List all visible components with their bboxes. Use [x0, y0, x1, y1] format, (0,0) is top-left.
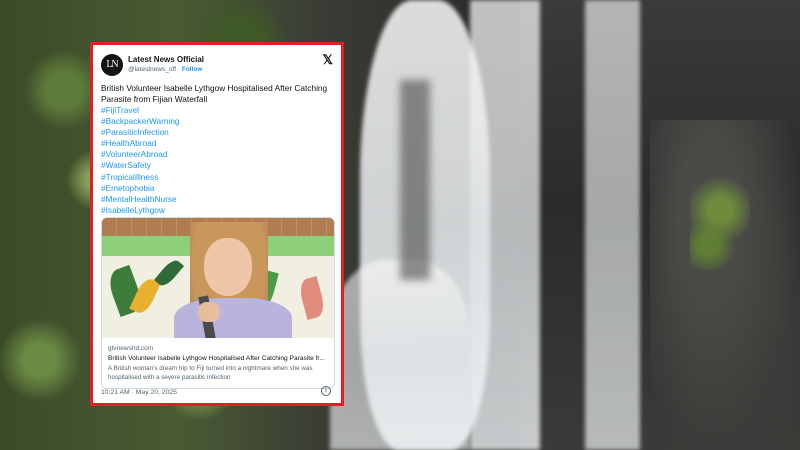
hashtag-link[interactable]: #MentalHealthNurse	[101, 194, 180, 205]
background-moss	[690, 150, 750, 270]
link-description: A British woman's dream trip to Fiji tur…	[108, 365, 313, 381]
hashtag-link[interactable]: #WaterSafety	[101, 160, 180, 171]
photo-person-face	[204, 238, 252, 296]
embedded-post-card: LN Latest News Official @latestnews_off …	[97, 49, 337, 399]
link-title[interactable]: British Volunteer Isabelle Lythgow Hospi…	[108, 355, 330, 362]
x-logo-icon[interactable]: 𝕏	[323, 52, 333, 68]
hashtag-link[interactable]: #HealthAbroad	[101, 138, 180, 149]
hashtag-link[interactable]: #BackpackerWarning	[101, 116, 180, 127]
account-name[interactable]: Latest News Official	[128, 55, 204, 64]
waterfall-shadow	[400, 80, 430, 280]
link-preview-image[interactable]	[102, 218, 334, 338]
photo-leaf	[297, 276, 327, 320]
info-icon[interactable]: i	[321, 386, 331, 396]
hashtag-link[interactable]: #ParasiticInfection	[101, 127, 180, 138]
post-text: British Volunteer Isabelle Lythgow Hospi…	[101, 83, 328, 104]
account-subline: @latestnews_off · Follow	[128, 66, 202, 73]
waterfall-splash	[330, 260, 470, 450]
hashtag-link[interactable]: #Emetophobia	[101, 183, 180, 194]
hashtag-link[interactable]: #TropicalIllness	[101, 172, 180, 183]
photo-person-shirt	[174, 298, 292, 338]
hashtag-link[interactable]: #FijiTravel	[101, 105, 180, 116]
hashtag-list: #FijiTravel #BackpackerWarning #Parasiti…	[101, 105, 180, 216]
post-timestamp[interactable]: 10:21 AM · May 20, 2025	[101, 389, 177, 396]
post-header: LN Latest News Official @latestnews_off …	[101, 52, 333, 80]
link-domain: gtvnewshd.com	[108, 345, 154, 352]
photo-person-hand	[198, 302, 220, 322]
link-preview-card[interactable]: gtvnewshd.com British Volunteer Isabelle…	[101, 217, 335, 389]
hashtag-link[interactable]: #IsabelleLythgow	[101, 205, 180, 216]
post-screenshot-frame: LN Latest News Official @latestnews_off …	[90, 42, 344, 406]
follow-button[interactable]: Follow	[182, 66, 203, 73]
waterfall-stream-right	[470, 0, 540, 450]
waterfall-stream-far-right	[585, 0, 640, 450]
account-avatar[interactable]: LN	[101, 54, 123, 76]
account-handle[interactable]: @latestnews_off	[128, 66, 176, 73]
hashtag-link[interactable]: #VolunteerAbroad	[101, 149, 180, 160]
separator-dot: ·	[177, 66, 181, 73]
photo-leaf	[153, 257, 185, 289]
